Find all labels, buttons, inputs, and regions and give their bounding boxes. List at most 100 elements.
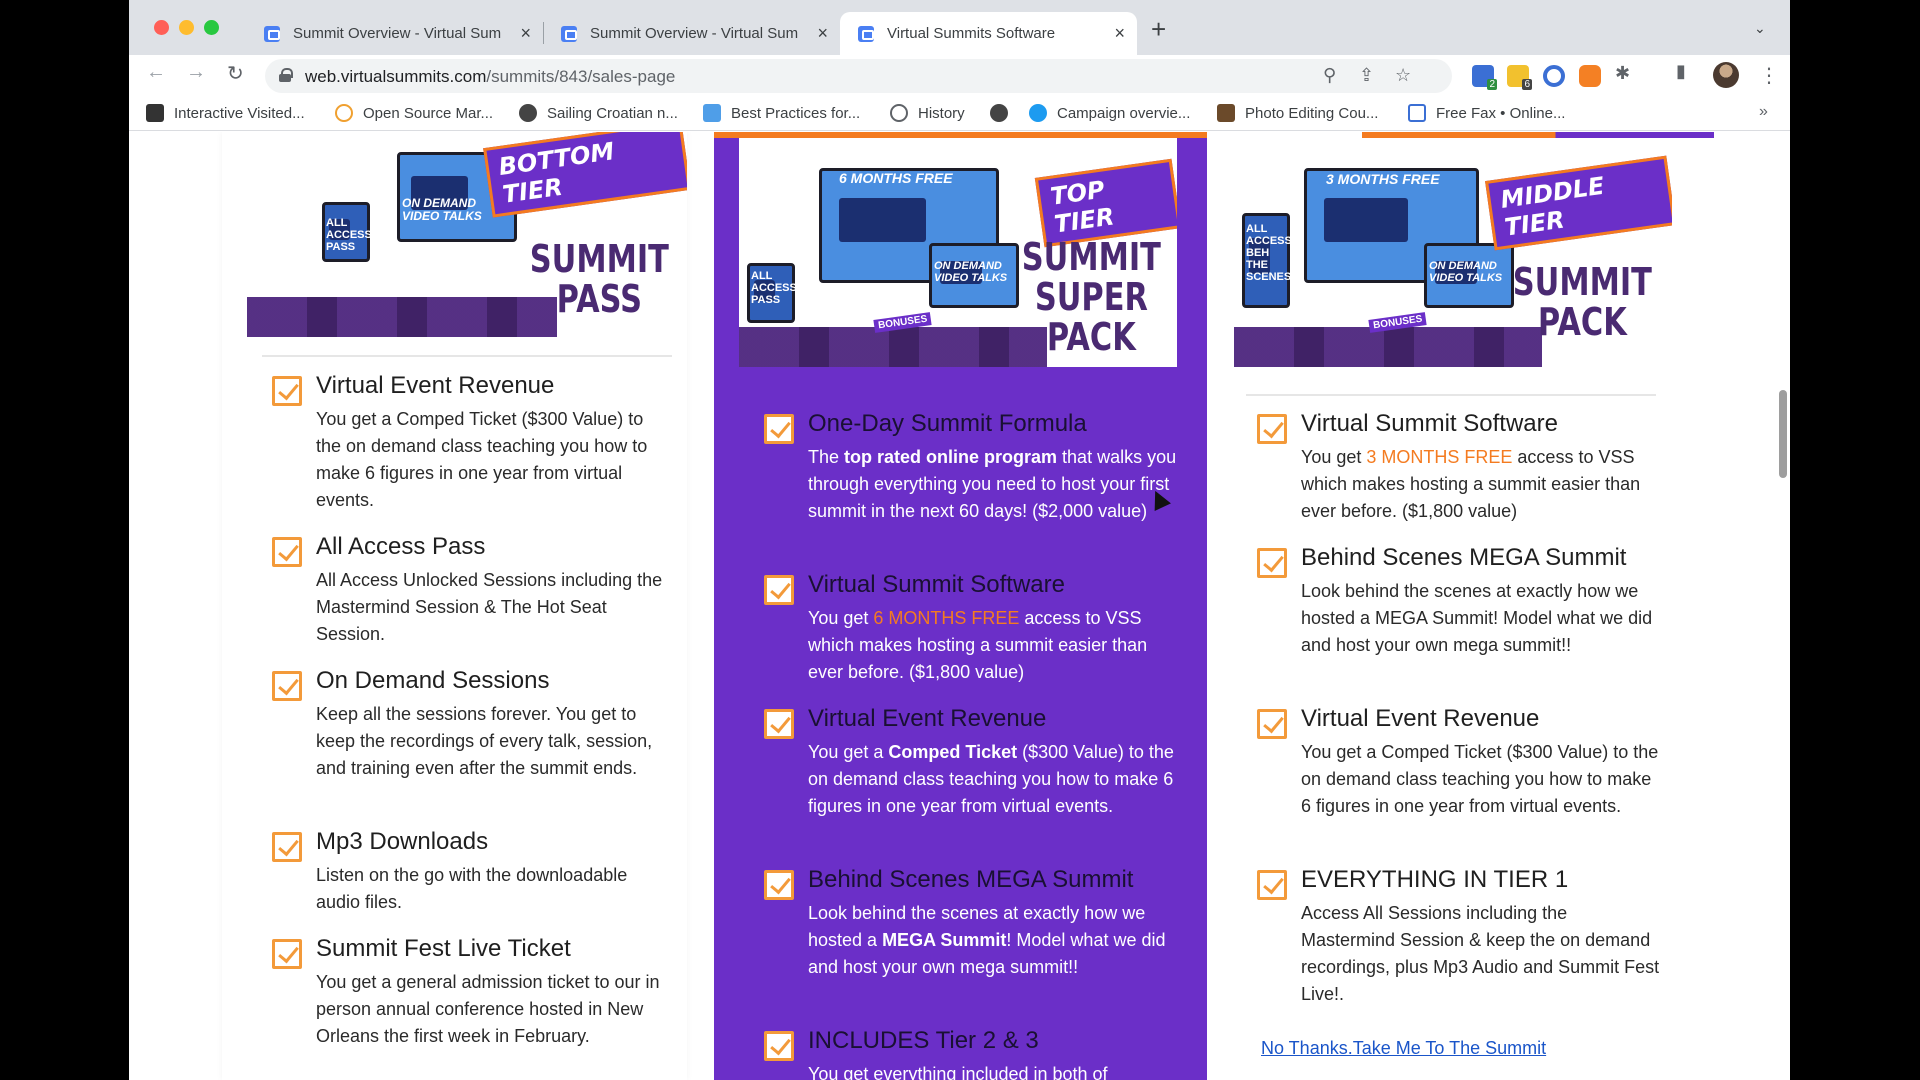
sales-page: ALL ACCESS PASS ON DEMAND VIDEO TALKS BO… xyxy=(129,132,1790,1080)
feature-title: Virtual Event Revenue xyxy=(1301,705,1540,732)
promo-label: ALL ACCESS PASS xyxy=(751,270,797,307)
summit-pack-promo-image: 3 MONTHS FREE ALL ACCESS BEH THE SCENES … xyxy=(1234,138,1672,367)
checkbox-checked-icon xyxy=(764,709,794,739)
promo-title: SUMMIT SUPER PACK xyxy=(1022,237,1161,358)
feature-title: One-Day Summit Formula xyxy=(808,410,1087,437)
profile-avatar[interactable] xyxy=(1713,62,1739,88)
promo-title: SUMMIT PASS xyxy=(529,237,669,320)
tab-close-icon[interactable]: × xyxy=(817,23,828,44)
bookmark-label: Free Fax • Online... xyxy=(1436,104,1566,122)
extension-fox-icon[interactable] xyxy=(1579,65,1601,87)
extensions-puzzle-icon[interactable]: ✱ xyxy=(1615,63,1630,84)
bookmark-interactive-visited[interactable]: Interactive Visited... xyxy=(146,104,305,122)
bookmark-favicon-icon xyxy=(703,104,721,122)
tab-close-icon[interactable]: × xyxy=(1114,23,1125,44)
bookmark-label: History xyxy=(918,104,965,122)
tab-summit-overview-1[interactable]: Summit Overview - Virtual Sum × xyxy=(246,12,543,55)
bookmark-star-icon[interactable]: ☆ xyxy=(1395,65,1411,86)
extension-devtools-icon[interactable]: 2 xyxy=(1472,65,1497,90)
maximize-window-button[interactable] xyxy=(204,20,219,35)
lock-icon[interactable] xyxy=(279,68,293,82)
forward-arrow-icon[interactable]: → xyxy=(186,61,206,84)
tab-search-chevron-icon[interactable]: ⌄ xyxy=(1754,20,1766,37)
tier-badge: BOTTOM TIER xyxy=(483,132,687,218)
feature-description: You get everything included in both of xyxy=(808,1061,1183,1080)
tab-summit-overview-2[interactable]: Summit Overview - Virtual Sum × xyxy=(543,12,840,55)
divider xyxy=(262,355,672,357)
new-tab-button[interactable]: + xyxy=(1151,14,1166,45)
text-run: You get xyxy=(808,608,874,628)
feature-description: Look behind the scenes at exactly how we… xyxy=(808,900,1183,981)
feature-description: You get a Comped Ticket ($300 Value) to … xyxy=(1301,742,1659,816)
back-arrow-icon[interactable]: ← xyxy=(146,61,166,84)
reload-icon[interactable]: ↻ xyxy=(227,61,244,86)
checkbox-checked-icon xyxy=(1257,870,1287,900)
feature-title: Behind Scenes MEGA Summit xyxy=(1301,544,1627,571)
browser-window: Summit Overview - Virtual Sum × Summit O… xyxy=(129,0,1790,1080)
bookmark-campaign[interactable]: Campaign overvie... xyxy=(1029,104,1190,122)
promo-label: 6 MONTHS FREE xyxy=(839,170,953,186)
tier-badge: MIDDLE TIER xyxy=(1485,155,1672,251)
vs-favicon-icon xyxy=(858,25,874,42)
twitter-bird-icon xyxy=(1029,104,1047,122)
minimize-window-button[interactable] xyxy=(179,20,194,35)
checkbox-checked-icon xyxy=(272,939,302,969)
bookmark-label: Open Source Mar... xyxy=(363,104,494,122)
share-icon[interactable]: ⇪ xyxy=(1359,65,1374,86)
feature-description: The top rated online program that walks … xyxy=(808,444,1183,525)
feature-title: Virtual Event Revenue xyxy=(808,705,1047,732)
bookmark-favicon-icon xyxy=(335,104,353,122)
feature-description: You get 6 MONTHS FREE access to VSS whic… xyxy=(808,605,1183,686)
bookmark-open-source[interactable]: Open Source Mar... xyxy=(335,104,493,122)
feature-title: Behind Scenes MEGA Summit xyxy=(808,866,1134,893)
text-run-bold: MEGA Summit xyxy=(882,930,1007,950)
checkbox-checked-icon xyxy=(764,870,794,900)
tab-title: Summit Overview - Virtual Sum xyxy=(590,25,799,42)
bookmark-history[interactable]: History xyxy=(890,104,965,122)
text-run-highlight: 3 MONTHS FREE xyxy=(1366,447,1513,467)
promo-label: ON DEMAND VIDEO TALKS xyxy=(402,196,482,224)
feature-description: Look behind the scenes at exactly how we… xyxy=(1301,581,1653,655)
bookmark-best-practices[interactable]: Best Practices for... xyxy=(703,104,860,122)
url-path: /summits/843/sales-page xyxy=(486,67,676,86)
checkbox-checked-icon xyxy=(272,671,302,701)
summit-pass-promo-image: ALL ACCESS PASS ON DEMAND VIDEO TALKS BO… xyxy=(247,132,687,337)
bookmark-free-fax[interactable]: Free Fax • Online... xyxy=(1408,104,1565,122)
bookmark-favicon-icon xyxy=(146,104,164,122)
bookmark-photo-editing[interactable]: Photo Editing Cou... xyxy=(1217,104,1378,122)
text-run: The xyxy=(808,447,845,467)
menu-kebab-icon[interactable]: ⋮ xyxy=(1759,63,1779,88)
tier-top-column: 6 MONTHS FREE ALL ACCESS PASS ON DEMAND … xyxy=(714,132,1207,1080)
text-run-highlight: 6 MONTHS FREE xyxy=(873,608,1020,628)
address-bar[interactable]: web.virtualsummits.com/summits/843/sales… xyxy=(265,59,1452,93)
feature-title: Summit Fest Live Ticket xyxy=(316,935,571,962)
checkbox-checked-icon xyxy=(272,832,302,862)
extension-notes-icon[interactable]: 6 xyxy=(1507,65,1532,90)
bookmark-globe[interactable] xyxy=(990,104,1018,122)
checkbox-checked-icon xyxy=(1257,548,1287,578)
feature-title: On Demand Sessions xyxy=(316,667,550,694)
promo-bonus-band xyxy=(739,327,1047,367)
feature-description: All Access Unlocked Sessions including t… xyxy=(316,570,663,644)
promo-title-line: SUMMIT xyxy=(529,237,669,281)
zoom-icon[interactable]: ⚲ xyxy=(1323,65,1336,86)
checkbox-checked-icon xyxy=(272,376,302,406)
close-window-button[interactable] xyxy=(154,20,169,35)
checkbox-checked-icon xyxy=(1257,709,1287,739)
tab-close-icon[interactable]: × xyxy=(520,23,531,44)
no-thanks-link[interactable]: No Thanks.Take Me To The Summit xyxy=(1261,1038,1546,1059)
tier-bottom-column: ALL ACCESS PASS ON DEMAND VIDEO TALKS BO… xyxy=(222,132,687,1080)
feature-title: Virtual Summit Software xyxy=(1301,410,1558,437)
page-scrollbar-thumb[interactable] xyxy=(1779,390,1787,478)
feature-description: You get a Comped Ticket ($300 Value) to … xyxy=(316,409,648,510)
tab-virtual-summits-software[interactable]: Virtual Summits Software × xyxy=(840,12,1137,55)
extension-badge: 2 xyxy=(1487,79,1497,90)
tab-title: Virtual Summits Software xyxy=(887,25,1056,42)
feature-description: Listen on the go with the downloadable a… xyxy=(316,865,628,912)
extension-circle-icon[interactable] xyxy=(1543,65,1565,87)
feature-title: Mp3 Downloads xyxy=(316,828,489,855)
bookmarks-overflow-icon[interactable]: » xyxy=(1759,103,1768,121)
side-panel-icon[interactable]: ▮ xyxy=(1676,61,1686,82)
tab-title: Summit Overview - Virtual Sum xyxy=(293,25,502,42)
bookmark-sailing[interactable]: Sailing Croatian n... xyxy=(519,104,678,122)
